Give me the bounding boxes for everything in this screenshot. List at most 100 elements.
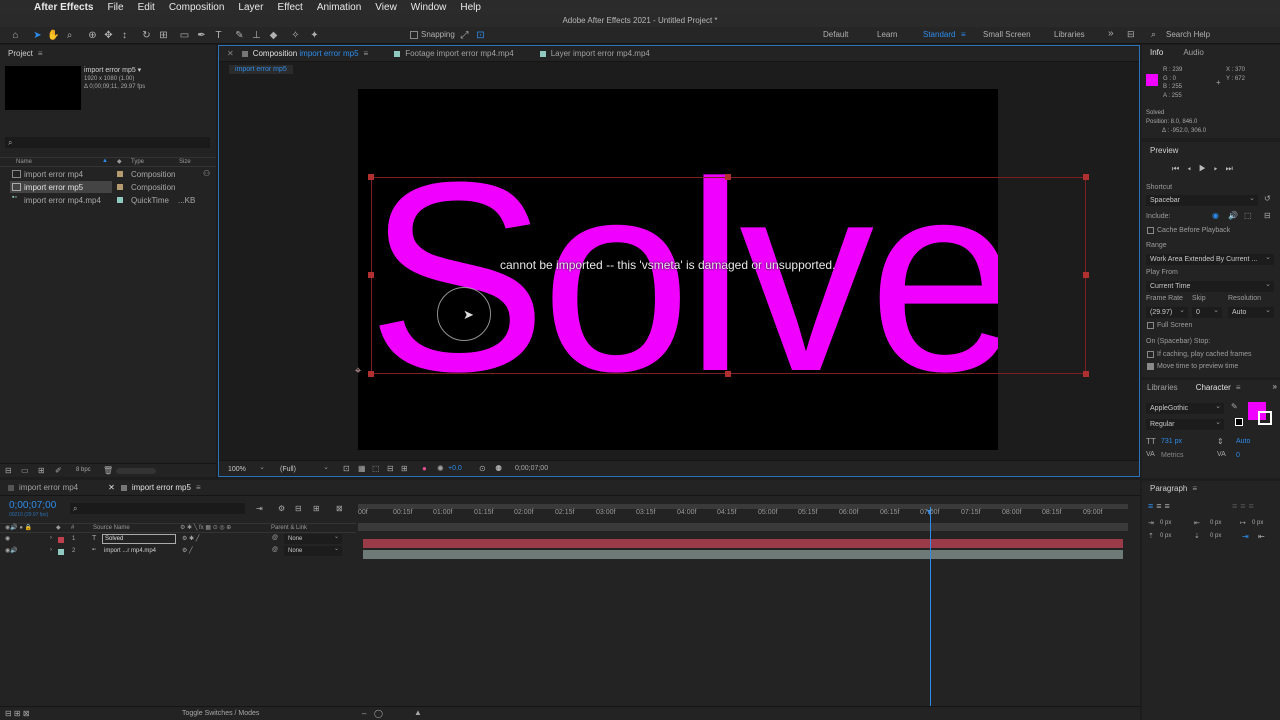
thumbnail-slider[interactable]	[116, 468, 156, 474]
workspace-menu-icon[interactable]: ≡	[961, 30, 966, 39]
label-column-icon[interactable]: ◆	[117, 158, 122, 165]
zoom-out-icon[interactable]: –	[362, 709, 366, 718]
project-title[interactable]: Project	[8, 49, 33, 58]
tab-character[interactable]: Character	[1196, 383, 1231, 392]
search-help-input[interactable]: Search Help	[1166, 30, 1210, 39]
tab-audio[interactable]: Audio	[1183, 48, 1203, 57]
include-video-icon[interactable]: ◉	[1212, 211, 1219, 220]
workspace-small-screen[interactable]: Small Screen	[983, 30, 1031, 39]
rectangle-tool-icon[interactable]: ▭	[178, 29, 191, 42]
layer-switches-toggle-icon[interactable]: ⊟ ⊞ ⊠	[5, 709, 30, 718]
project-settings-icon[interactable]: ✐	[55, 466, 62, 475]
pen-tool-icon[interactable]: ✒	[195, 29, 208, 42]
interpret-footage-icon[interactable]: ⊟	[5, 466, 12, 475]
project-item[interactable]: ▪▫ import error mp4.mp4 QuickTime ...KB	[0, 194, 216, 206]
solved-text-layer[interactable]: Solved	[367, 143, 998, 413]
text-direction-rtl-icon[interactable]: ⇤	[1258, 532, 1265, 541]
layer-name-input[interactable]: Solved	[102, 534, 176, 544]
clone-stamp-tool-icon[interactable]: ⊥	[250, 29, 263, 42]
space-after-value[interactable]: 0 px	[1210, 533, 1221, 539]
indent-left-value[interactable]: 0 px	[1160, 520, 1171, 526]
bbox-handle[interactable]	[368, 272, 374, 278]
zoom-in-icon[interactable]: ▲	[414, 708, 422, 717]
reset-icon[interactable]: ↺	[1264, 194, 1271, 203]
eyedropper-icon[interactable]: ✎	[1231, 402, 1238, 411]
tab-menu-icon[interactable]: ≡	[364, 49, 369, 58]
expand-panel-icon[interactable]: »	[1273, 382, 1277, 391]
bbox-handle[interactable]	[725, 371, 731, 377]
layer-switches[interactable]: ⚙ ✱ ╱	[182, 535, 199, 542]
dolly-tool-icon[interactable]: ↕	[118, 29, 131, 42]
menu-help[interactable]: Help	[460, 2, 481, 13]
label-swatch[interactable]	[58, 537, 64, 543]
set-black-swatch[interactable]	[1235, 418, 1243, 426]
frame-rate-dropdown[interactable]: (29.97)	[1146, 305, 1188, 318]
timeline-menu-icon[interactable]: ≡	[196, 483, 201, 492]
frame-blending-icon[interactable]: ⊞	[313, 504, 320, 513]
resolution-dropdown[interactable]: (Full)	[276, 462, 332, 475]
parent-dropdown[interactable]: None	[284, 544, 342, 556]
brush-tool-icon[interactable]: ✎	[233, 29, 246, 42]
align-right-icon[interactable]: ≡	[1165, 501, 1173, 511]
workspace-default[interactable]: Default	[823, 30, 848, 39]
menu-view[interactable]: View	[375, 2, 397, 13]
include-layer-controls-icon[interactable]: ⊟	[1264, 211, 1271, 220]
selection-tool-icon[interactable]: ➤	[31, 29, 44, 42]
timeline-search-input[interactable]: ⌕	[70, 503, 245, 514]
layer-2-duration-bar[interactable]	[363, 550, 1123, 559]
expand-layer-icon[interactable]: ›	[50, 535, 52, 541]
menu-window[interactable]: Window	[411, 2, 447, 13]
parent-dropdown[interactable]: None	[284, 532, 342, 544]
anchor-point-icon[interactable]: ⌖	[355, 365, 361, 378]
if-caching-checkbox[interactable]	[1147, 351, 1154, 358]
label-swatch[interactable]	[117, 184, 123, 190]
layer-switches[interactable]: ⚙ ╱	[182, 547, 193, 554]
skip-dropdown[interactable]: 0	[1192, 305, 1222, 318]
pick-whip-icon[interactable]: @	[272, 535, 278, 541]
trash-icon[interactable]: 🗑	[103, 466, 113, 475]
play-icon[interactable]: ▶	[1199, 164, 1214, 173]
time-navigator[interactable]	[358, 523, 1128, 531]
text-direction-ltr-icon[interactable]: ⇥	[1242, 532, 1249, 541]
layer-1-duration-bar[interactable]	[363, 539, 1123, 548]
color-channels-icon[interactable]: ●	[422, 464, 427, 473]
bbox-handle[interactable]	[725, 174, 731, 180]
layer-row[interactable]: ◉ › 1 T Solved ⚙ ✱ ╱ @ None	[0, 532, 356, 545]
region-of-interest-icon[interactable]: ⊟	[387, 464, 394, 473]
current-time-display[interactable]: 0;00;07;00	[9, 500, 56, 511]
edit-workspaces-icon[interactable]: ⊟	[1127, 29, 1135, 40]
paragraph-title[interactable]: Paragraph	[1150, 484, 1187, 493]
space-before-value[interactable]: 0 px	[1160, 533, 1171, 539]
new-folder-icon[interactable]: ▭	[21, 466, 29, 475]
layer-name[interactable]: import ...r mp4.mp4	[104, 548, 156, 554]
parent-link-column[interactable]: Parent & Link	[271, 525, 307, 531]
resolution-dropdown[interactable]: Auto	[1228, 305, 1274, 318]
shortcut-dropdown[interactable]: Spacebar	[1146, 193, 1258, 206]
project-menu-icon[interactable]: ≡	[38, 49, 43, 58]
fast-previews-icon[interactable]: ⊡	[343, 464, 350, 473]
font-family-dropdown[interactable]: AppleGothic	[1146, 401, 1224, 414]
indent-right-value[interactable]: 0 px	[1210, 520, 1221, 526]
workspace-standard[interactable]: Standard	[923, 30, 955, 39]
pick-whip-icon[interactable]: @	[272, 547, 278, 553]
more-workspaces-icon[interactable]: »	[1108, 28, 1114, 39]
label-swatch[interactable]	[58, 549, 64, 555]
show-snapshot-icon[interactable]: ⚉	[495, 464, 502, 473]
snap-grid-icon[interactable]: ⊡	[474, 29, 487, 42]
snapshot-icon[interactable]: ⊙	[479, 464, 486, 473]
menu-edit[interactable]: Edit	[138, 2, 155, 13]
indent-first-value[interactable]: 0 px	[1252, 520, 1263, 526]
font-size-value[interactable]: 731 px	[1161, 438, 1182, 445]
workspace-libraries[interactable]: Libraries	[1054, 30, 1085, 39]
sort-arrow-icon[interactable]: ▲	[102, 158, 108, 164]
bit-depth[interactable]: 8 bpc	[76, 467, 91, 473]
tab-info[interactable]: Info	[1150, 48, 1163, 57]
column-type[interactable]: Type	[131, 159, 144, 165]
full-screen-checkbox[interactable]	[1147, 322, 1154, 329]
close-tab-icon[interactable]: ✕	[227, 49, 234, 58]
menu-animation[interactable]: Animation	[317, 2, 361, 13]
draft-3d-icon[interactable]: ⚙	[278, 504, 285, 513]
composition-canvas[interactable]: Solved cannot be imported -- this 'vsmet…	[358, 89, 998, 450]
column-name[interactable]: Name	[16, 159, 32, 165]
app-menu[interactable]: After Effects	[34, 2, 93, 13]
